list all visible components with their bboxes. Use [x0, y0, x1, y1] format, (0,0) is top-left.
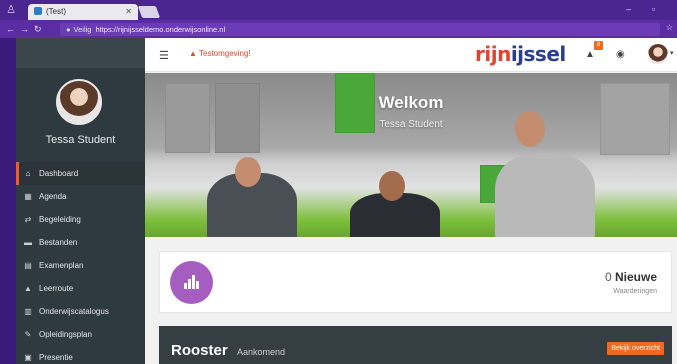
folder-icon: ▬	[24, 238, 32, 247]
sidebar-item-label: Opleidingsplan	[39, 330, 92, 339]
sidebar-item-label: Onderwijscatalogus	[39, 307, 109, 316]
hero-person-head	[235, 157, 261, 187]
app-window: Tessa Student ⌂ Dashboard ▦ Agenda ⇄ Begele…	[16, 38, 677, 364]
home-icon: ⌂	[25, 169, 31, 178]
sidebar-user-name: Tessa Student	[45, 134, 116, 146]
sidebar-item-label: Agenda	[39, 192, 67, 201]
star-icon[interactable]: ☆	[666, 23, 673, 32]
logo[interactable]: rijnijssel	[475, 42, 566, 66]
notification-badge: 8	[594, 41, 603, 50]
sidebar-item-presentie[interactable]: ▣ Presentie	[16, 346, 145, 364]
stat-label: Waarderingen	[613, 288, 657, 295]
calendar-icon: ▦	[24, 192, 32, 201]
sidebar-item-dashboard[interactable]: ⌂ Dashboard	[16, 162, 145, 185]
sidebar-top	[16, 38, 145, 68]
rooster-panel: Rooster Aankomend Bekijk overzicht	[159, 326, 672, 364]
top-header: ☰ ▲ Testomgeving! rijnijssel ▲ 8 ◉ ▾	[145, 38, 677, 72]
pencil-icon: ✎	[24, 330, 32, 339]
users-icon[interactable]: ◉	[616, 49, 625, 60]
browser-user-icon[interactable]: ♙	[4, 3, 18, 17]
book-icon: ▤	[24, 261, 32, 270]
sidebar-item-begeleiding[interactable]: ⇄ Begeleiding	[16, 208, 145, 231]
bar-chart-glyph-bar	[196, 281, 199, 289]
rooster-title: Rooster	[171, 342, 228, 359]
stat-card-waarderingen[interactable]: 0 Nieuwe Waarderingen	[159, 251, 672, 313]
chart-icon: ▲	[24, 284, 32, 293]
favicon-icon	[34, 7, 42, 15]
address-bar: ← → ↻ ● Veilig https://rijnijsseldemo.onde…	[0, 20, 677, 38]
reload-icon[interactable]: ↻	[34, 23, 42, 35]
url-input[interactable]: ● Veilig https://rijnijsseldemo.onderwijso…	[60, 23, 660, 36]
link-icon: ⇄	[24, 215, 32, 224]
env-warning: ▲ Testomgeving!	[189, 49, 251, 58]
new-tab-button[interactable]	[137, 6, 161, 18]
bar-chart-glyph-bar	[184, 283, 187, 289]
bell-icon[interactable]: ▲	[585, 49, 595, 60]
header-avatar[interactable]	[648, 44, 668, 64]
browser-tabbar: ♙ (Test) ✕ – ▫	[0, 0, 677, 20]
lock-icon: ●	[66, 25, 71, 34]
columns-icon: ▥	[24, 307, 32, 316]
sidebar: Tessa Student ⌂ Dashboard ▦ Agenda ⇄ Begele…	[16, 38, 145, 364]
sidebar-item-label: Presentie	[39, 353, 73, 362]
hero-person-head	[379, 171, 405, 201]
grid-icon: ▣	[24, 353, 32, 362]
rooster-subtitle: Aankomend	[237, 347, 286, 357]
sidebar-item-agenda[interactable]: ▦ Agenda	[16, 185, 145, 208]
sidebar-item-label: Bestanden	[39, 238, 78, 247]
sidebar-item-leerroute[interactable]: ▲ Leerroute	[16, 277, 145, 300]
hero-banner: Welkom Tessa Student	[145, 73, 677, 237]
sidebar-menu: ⌂ Dashboard ▦ Agenda ⇄ Begeleiding ▬ Bestand…	[16, 162, 145, 364]
sidebar-item-bestanden[interactable]: ▬ Bestanden	[16, 231, 145, 254]
bar-chart-icon	[170, 261, 213, 304]
bar-chart-glyph-bar	[192, 275, 195, 289]
hamburger-menu-icon[interactable]: ☰	[159, 49, 169, 62]
tab-close-icon[interactable]: ✕	[125, 4, 132, 20]
chevron-down-icon[interactable]: ▾	[670, 49, 674, 57]
sidebar-item-examenplan[interactable]: ▤ Examenplan	[16, 254, 145, 277]
bar-chart-glyph-bar	[188, 279, 191, 289]
sidebar-item-label: Dashboard	[39, 169, 79, 178]
hero-title: Welkom	[378, 93, 444, 112]
stat-count: 0 Nieuwe	[604, 270, 657, 284]
warning-icon: ▲	[189, 49, 197, 58]
bar-chart-glyph	[184, 275, 200, 289]
sidebar-item-label: Examenplan	[39, 261, 84, 270]
secure-label: Veilig	[73, 25, 92, 34]
sidebar-item-onderwijscatalogus[interactable]: ▥ Onderwijscatalogus	[16, 300, 145, 323]
hero-person	[495, 153, 595, 237]
sidebar-item-label: Leerroute	[39, 284, 74, 293]
sidebar-item-label: Begeleiding	[39, 215, 81, 224]
view-overview-button[interactable]: Bekijk overzicht	[607, 342, 664, 355]
avatar[interactable]	[56, 79, 102, 125]
tab-title: (Test)	[46, 7, 66, 16]
forward-icon[interactable]: →	[20, 23, 29, 35]
browser-tab[interactable]: (Test) ✕	[28, 4, 138, 20]
back-icon[interactable]: ←	[6, 23, 15, 35]
maximize-icon[interactable]: ▫	[652, 4, 655, 14]
hero-subtitle: Tessa Student	[379, 119, 443, 130]
sidebar-item-opleidingsplan[interactable]: ✎ Opleidingsplan	[16, 323, 145, 346]
url-text: https://rijnijsseldemo.onderwijsonline.n…	[95, 25, 226, 34]
minimize-icon[interactable]: –	[626, 4, 631, 14]
